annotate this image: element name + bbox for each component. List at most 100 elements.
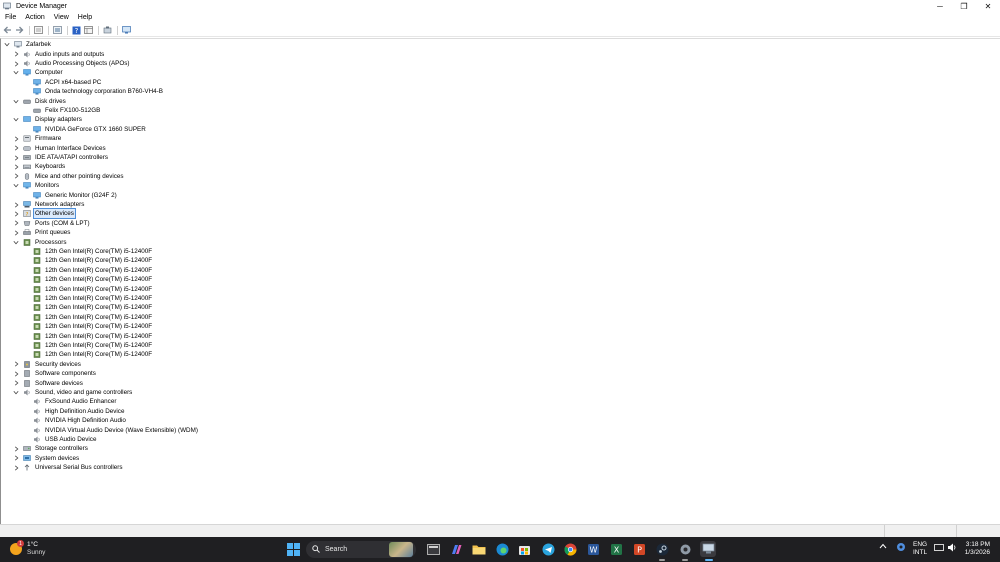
- language-indicator[interactable]: ENG INTL: [913, 541, 927, 557]
- tree-category-processors[interactable]: Processors: [13, 238, 68, 247]
- chevron-right-icon[interactable]: [13, 211, 19, 217]
- tree-category-system-devices[interactable]: System devices: [13, 454, 80, 463]
- monitor-icon[interactable]: [121, 25, 131, 35]
- word-icon[interactable]: W: [585, 541, 601, 557]
- tree-category-keyboards[interactable]: Keyboards: [13, 162, 66, 171]
- file-explorer-icon[interactable]: [425, 541, 441, 557]
- chevron-down-icon[interactable]: [13, 183, 19, 189]
- tree-device-item[interactable]: 12th Gen Intel(R) Core(TM) i5-12400F: [33, 294, 153, 303]
- tree-root[interactable]: Zafarbek: [4, 40, 52, 49]
- chevron-down-icon[interactable]: [13, 98, 19, 104]
- folder-icon[interactable]: [471, 541, 487, 557]
- menu-view[interactable]: View: [49, 14, 73, 21]
- tree-device-item[interactable]: 12th Gen Intel(R) Core(TM) i5-12400F: [33, 256, 153, 265]
- chevron-right-icon[interactable]: [13, 154, 19, 161]
- tree-device-item[interactable]: Felix FX100-512GB: [33, 106, 101, 115]
- view-icon[interactable]: [83, 25, 93, 35]
- chevron-right-icon[interactable]: [13, 230, 19, 236]
- taskbar-clock[interactable]: 3:18 PM 1/3/2026: [965, 541, 990, 557]
- list-icon[interactable]: [52, 25, 62, 35]
- tree-category-other-devices[interactable]: ? Other devices: [13, 208, 76, 220]
- copilot-icon[interactable]: [448, 541, 464, 557]
- tree-device-item[interactable]: USB Audio Device: [33, 435, 97, 444]
- tree-category-sound-video-and-game-controllers[interactable]: Sound, video and game controllers: [13, 388, 133, 397]
- telegram-icon[interactable]: [540, 541, 556, 557]
- device-tree[interactable]: Zafarbek Audio inputs and outputs Audio Pr…: [0, 38, 1000, 524]
- powerpoint-icon[interactable]: P: [631, 541, 647, 557]
- minimize-button[interactable]: ─: [928, 0, 952, 12]
- tree-category-monitors[interactable]: Monitors: [13, 181, 60, 190]
- tree-device-item[interactable]: 12th Gen Intel(R) Core(TM) i5-12400F: [33, 313, 153, 322]
- chevron-right-icon[interactable]: [13, 446, 19, 452]
- maximize-button[interactable]: ❐: [952, 0, 976, 12]
- taskbar-search[interactable]: Search: [306, 541, 416, 558]
- tree-device-item[interactable]: NVIDIA GeForce GTX 1660 SUPER: [33, 125, 147, 134]
- chevron-down-icon[interactable]: [13, 117, 19, 123]
- chevron-right-icon[interactable]: [13, 380, 19, 386]
- chevron-right-icon[interactable]: [13, 371, 19, 377]
- tree-category-firmware[interactable]: Firmware: [13, 134, 62, 143]
- tree-category-security-devices[interactable]: Security devices: [13, 360, 82, 369]
- volume-icon[interactable]: [947, 543, 957, 554]
- tree-device-item[interactable]: 12th Gen Intel(R) Core(TM) i5-12400F: [33, 285, 153, 294]
- chevron-right-icon[interactable]: [13, 136, 19, 142]
- tree-device-item[interactable]: 12th Gen Intel(R) Core(TM) i5-12400F: [33, 341, 153, 350]
- tree-category-computer[interactable]: Computer: [13, 68, 64, 77]
- chevron-right-icon[interactable]: [13, 60, 19, 67]
- tree-device-item[interactable]: NVIDIA High Definition Audio: [33, 416, 127, 425]
- tree-category-ide-ata-atapi-controllers[interactable]: IDE ATA/ATAPI controllers: [13, 153, 109, 162]
- chevron-right-icon[interactable]: [13, 173, 19, 179]
- chrome-icon[interactable]: [562, 541, 578, 557]
- tree-device-item[interactable]: NVIDIA Virtual Audio Device (Wave Extens…: [33, 426, 199, 435]
- tree-device-item[interactable]: Onda technology corporation B760-VH4-B: [33, 87, 164, 96]
- store-icon[interactable]: [516, 541, 532, 557]
- tree-category-audio-processing-objects-apos[interactable]: Audio Processing Objects (APOs): [13, 59, 131, 68]
- tree-category-software-components[interactable]: Software components: [13, 369, 97, 378]
- steam-icon[interactable]: [654, 541, 670, 557]
- chevron-right-icon[interactable]: [13, 465, 19, 471]
- menu-help[interactable]: Help: [73, 14, 96, 21]
- tree-device-item[interactable]: ACPI x64-based PC: [33, 78, 102, 87]
- tree-device-item[interactable]: High Definition Audio Device: [33, 407, 125, 416]
- tree-category-disk-drives[interactable]: Disk drives: [13, 97, 67, 106]
- device-manager-taskbar-icon[interactable]: [700, 541, 716, 557]
- weather-widget[interactable]: 1 1°C Sunny: [10, 540, 45, 557]
- forward-icon[interactable]: [14, 25, 24, 35]
- back-icon[interactable]: [2, 25, 12, 35]
- chevron-right-icon[interactable]: [13, 51, 19, 57]
- network-tray-icon[interactable]: [896, 542, 906, 554]
- tree-device-item[interactable]: 12th Gen Intel(R) Core(TM) i5-12400F: [33, 266, 153, 275]
- chevron-down-icon[interactable]: [13, 390, 19, 396]
- tree-category-universal-serial-bus-controllers[interactable]: Universal Serial Bus controllers: [13, 463, 124, 472]
- tree-device-item[interactable]: 12th Gen Intel(R) Core(TM) i5-12400F: [33, 303, 153, 312]
- tree-device-item[interactable]: 12th Gen Intel(R) Core(TM) i5-12400F: [33, 322, 153, 331]
- chevron-right-icon[interactable]: [13, 220, 19, 226]
- tree-device-item[interactable]: Generic Monitor (G24F 2): [33, 191, 118, 200]
- chevron-up-icon[interactable]: [879, 543, 887, 551]
- tree-device-item[interactable]: 12th Gen Intel(R) Core(TM) i5-12400F: [33, 247, 153, 256]
- chevron-right-icon[interactable]: [13, 455, 19, 461]
- tree-category-ports-com-lpt[interactable]: Ports (COM & LPT): [13, 219, 91, 228]
- chevron-right-icon[interactable]: [13, 201, 19, 208]
- close-button[interactable]: ✕: [976, 0, 1000, 12]
- settings-icon[interactable]: [677, 541, 693, 557]
- tree-device-item[interactable]: 12th Gen Intel(R) Core(TM) i5-12400F: [33, 350, 153, 359]
- menu-file[interactable]: File: [0, 14, 20, 21]
- chevron-down-icon[interactable]: [13, 70, 19, 76]
- chevron-right-icon[interactable]: [13, 164, 19, 170]
- tree-category-storage-controllers[interactable]: Storage controllers: [13, 444, 89, 453]
- chevron-down-icon[interactable]: [13, 239, 19, 245]
- start-button[interactable]: [285, 541, 301, 557]
- edge-icon[interactable]: [494, 541, 510, 557]
- chevron-down-icon[interactable]: [4, 42, 10, 48]
- tree-device-item[interactable]: FxSound Audio Enhancer: [33, 397, 117, 406]
- tree-category-network-adapters[interactable]: Network adapters: [13, 200, 85, 209]
- help-icon[interactable]: ?: [71, 25, 81, 35]
- excel-icon[interactable]: X: [608, 541, 624, 557]
- tree-category-human-interface-devices[interactable]: Human Interface Devices: [13, 144, 107, 153]
- chevron-right-icon[interactable]: [13, 361, 19, 367]
- tree-category-audio-inputs-and-outputs[interactable]: Audio inputs and outputs: [13, 50, 105, 59]
- chevron-right-icon[interactable]: [13, 145, 19, 151]
- menu-action[interactable]: Action: [20, 14, 48, 21]
- display-tray-icon[interactable]: [934, 544, 944, 554]
